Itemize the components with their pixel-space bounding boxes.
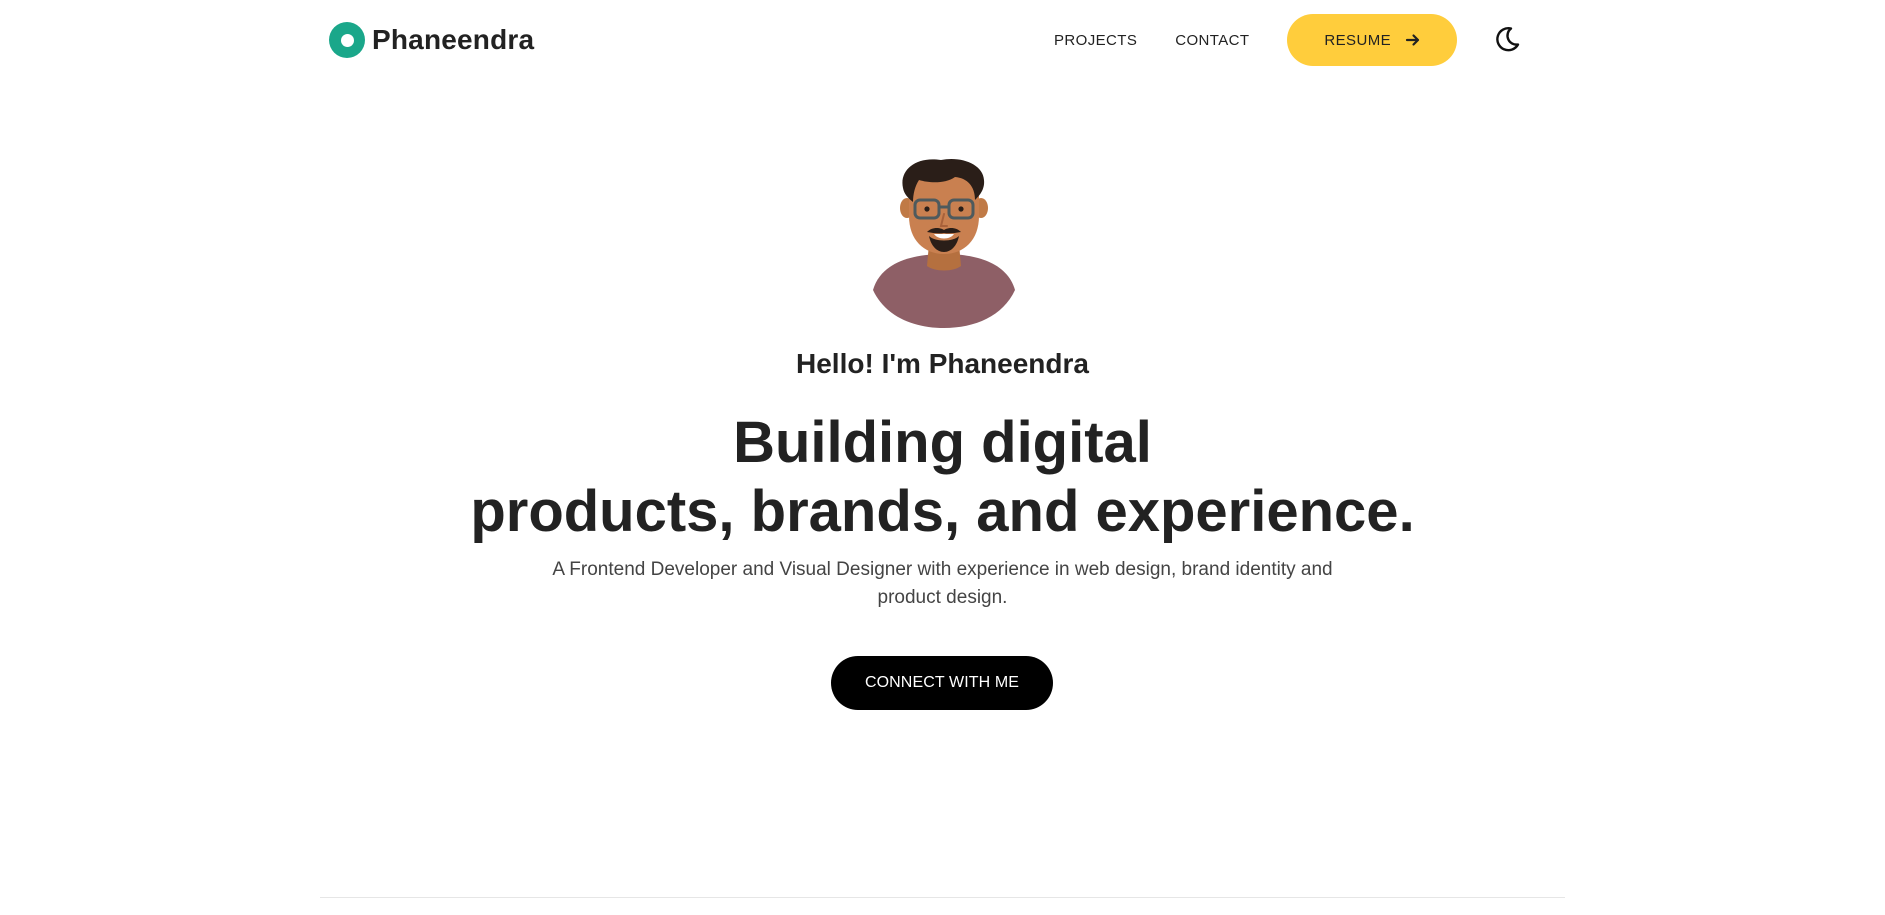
site-header: Phaneendra PROJECTS CONTACT RESUME [329, 12, 1527, 68]
connect-with-me-button[interactable]: CONNECT WITH ME [831, 656, 1053, 710]
moon-icon [1492, 24, 1522, 57]
main-nav: PROJECTS CONTACT RESUME [1054, 14, 1527, 66]
hero-headline: Building digital products, brands, and e… [0, 408, 1885, 546]
resume-button[interactable]: RESUME [1287, 14, 1457, 66]
nav-link-contact[interactable]: CONTACT [1175, 32, 1249, 49]
brand-logo-link[interactable]: Phaneendra [329, 22, 534, 58]
resume-button-label: RESUME [1324, 31, 1391, 49]
portfolio-page: Phaneendra PROJECTS CONTACT RESUME Hello… [0, 0, 1885, 915]
circle-logo-icon [329, 22, 365, 58]
hero-subtitle: A Frontend Developer and Visual Designer… [552, 559, 1333, 608]
nav-link-projects[interactable]: PROJECTS [1054, 32, 1137, 49]
greeting-heading: Hello! I'm Phaneendra [796, 348, 1089, 379]
brand-name: Phaneendra [372, 24, 535, 55]
theme-toggle-button[interactable] [1487, 20, 1527, 60]
avatar-illustration [871, 158, 1017, 328]
arrow-right-icon [1405, 32, 1421, 48]
hero-headline-line-2: products, brands, and experience. [470, 479, 1415, 544]
hero-headline-line-1: Building digital [733, 410, 1152, 475]
section-divider [320, 897, 1565, 898]
